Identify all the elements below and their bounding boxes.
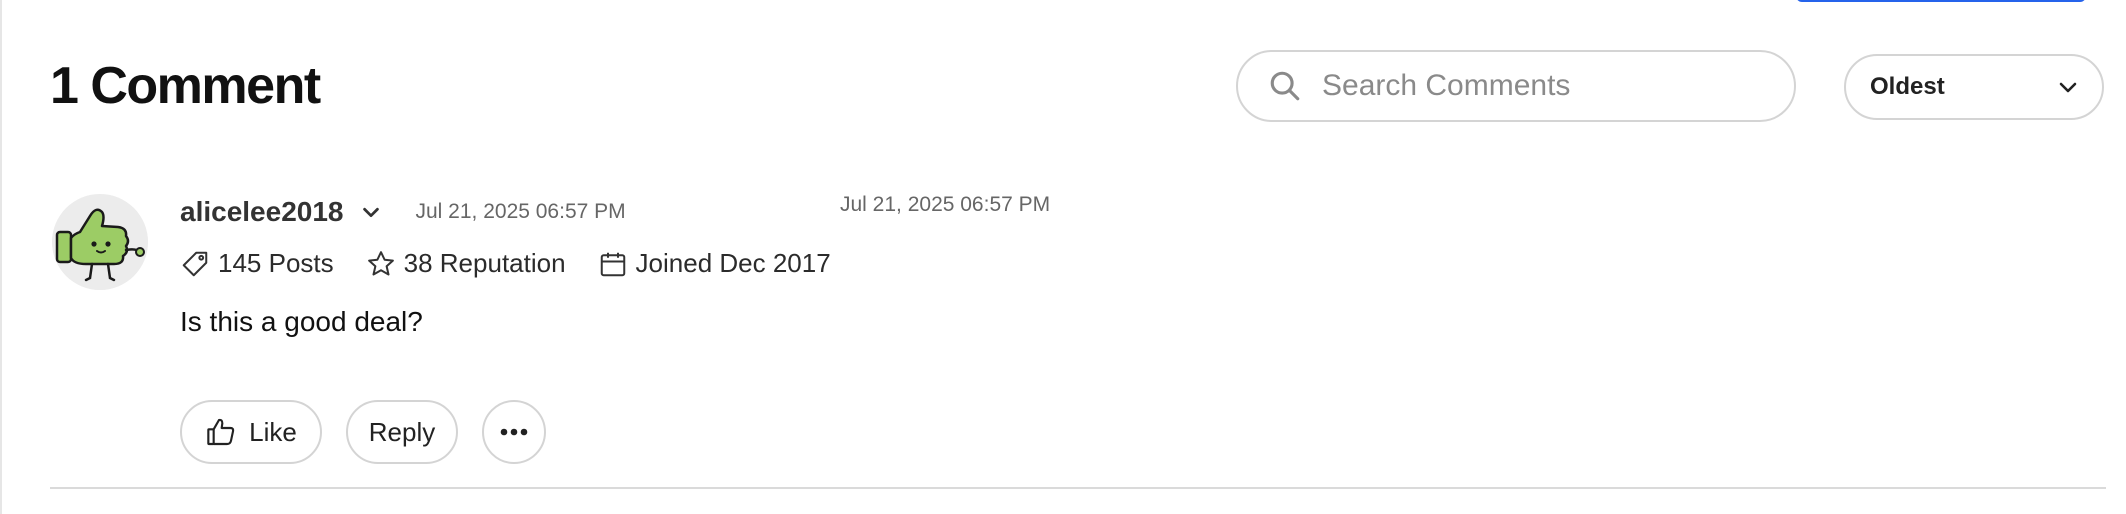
star-icon	[367, 250, 394, 275]
author-reputation-stat: 38 Reputation	[366, 248, 566, 279]
comment-actions: Like Reply	[180, 400, 570, 464]
search-icon	[1270, 71, 1300, 101]
search-comments-input[interactable]	[1320, 68, 1764, 104]
like-button-label: Like	[249, 416, 297, 447]
comment-timestamp: Jul 21, 2025 06:57 PM	[415, 200, 626, 223]
comment-body: Is this a good deal?	[180, 306, 423, 337]
author-posts-stat: 145 Posts	[180, 248, 334, 279]
sort-dropdown[interactable]: Oldest	[1844, 54, 2104, 120]
comment-author-row: alicelee2018 Jul 21, 2025 06:57 PM	[180, 196, 626, 228]
user-menu-chevron[interactable]	[360, 199, 386, 225]
comments-section: 1 Comment Oldest alicelee2018	[0, 0, 2126, 514]
tag-icon	[182, 251, 208, 276]
comment-divider	[50, 487, 2106, 489]
avatar[interactable]	[52, 194, 148, 290]
comment-timestamp-secondary: Jul 21, 2025 06:57 PM	[840, 193, 1051, 216]
like-button[interactable]: Like	[180, 400, 322, 464]
reply-button-label: Reply	[368, 416, 436, 447]
calendar-icon	[600, 252, 625, 276]
thumbs-up-mascot-avatar-icon	[52, 194, 148, 290]
thumbs-up-icon	[207, 418, 235, 446]
comment-author-username[interactable]: alicelee2018	[180, 196, 344, 228]
chevron-down-icon	[2059, 82, 2077, 93]
top-primary-button[interactable]	[1796, 0, 2086, 2]
chevron-down-icon	[362, 207, 379, 218]
more-options-button[interactable]	[482, 400, 546, 464]
author-joined-stat: Joined Dec 2017	[598, 248, 831, 279]
reply-button[interactable]: Reply	[346, 400, 458, 464]
comments-count-title: 1 Comment	[50, 57, 321, 115]
search-comments-box[interactable]	[1236, 50, 1796, 122]
author-stats: 145 Posts 38 Reputation Joined Dec 2017	[180, 248, 863, 279]
more-horizontal-icon	[500, 428, 528, 436]
author-posts-text: 145 Posts	[218, 248, 334, 278]
sort-selected-label: Oldest	[1870, 73, 1945, 100]
author-reputation-text: 38 Reputation	[403, 248, 566, 278]
author-joined-text: Joined Dec 2017	[635, 248, 831, 278]
